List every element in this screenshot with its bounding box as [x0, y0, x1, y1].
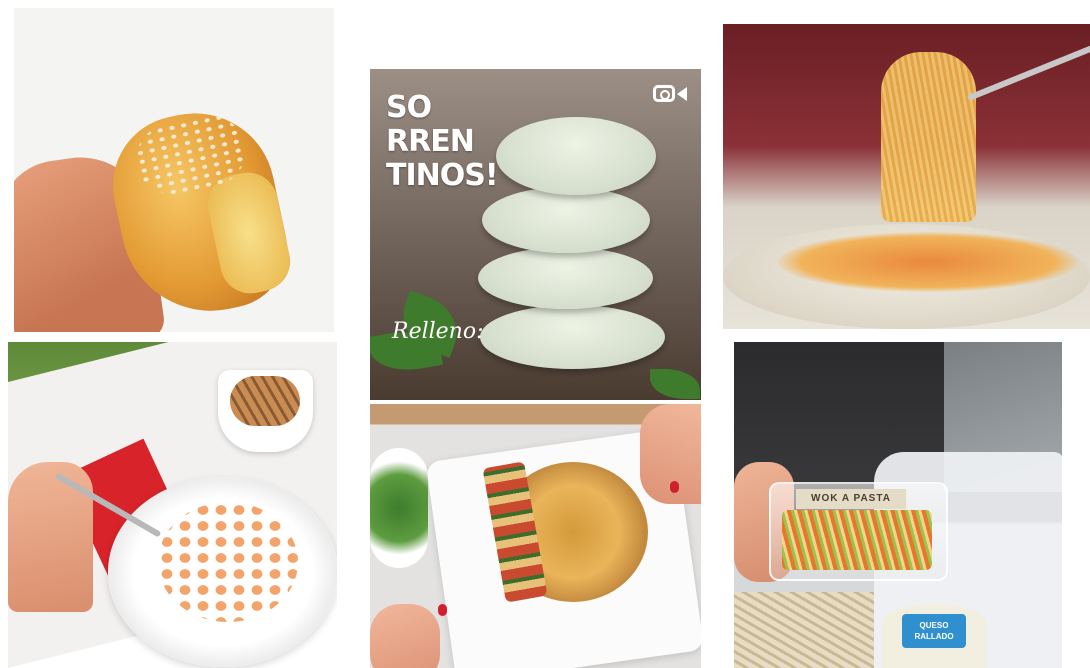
sorrentino-image [482, 187, 650, 253]
sorrentino-image [478, 247, 653, 309]
gnocchi-image [158, 502, 298, 622]
video-camera-icon [653, 85, 675, 102]
post-sorrentinos[interactable]: SO RREN TINOS! Relleno: [370, 69, 701, 400]
post-bread[interactable] [14, 8, 334, 332]
post-spaghetti[interactable] [723, 24, 1090, 329]
fork-image [966, 44, 1090, 102]
cheese-cup-label: QUESO RALLADO [902, 614, 966, 648]
post-script-text: Relleno: [392, 319, 484, 344]
post-packaged-pasta[interactable]: WOK A PASTA QUESO RALLADO [734, 342, 1062, 668]
toast-image [230, 376, 300, 426]
post-gnocchi[interactable] [8, 342, 337, 668]
spaghetti-image [881, 52, 976, 222]
sorrentino-image [480, 305, 665, 369]
nail-polish-image [438, 604, 447, 616]
box-contents-image [782, 510, 932, 570]
nail-polish-image [670, 481, 679, 493]
fresh-pasta-image [734, 592, 874, 668]
post-title: SO RREN TINOS! [386, 90, 499, 193]
box-label: WOK A PASTA [796, 489, 906, 509]
sauce-image [778, 232, 1078, 292]
post-quiche[interactable] [370, 404, 701, 668]
hand-image [370, 604, 440, 668]
video-camera-icon-lens [677, 87, 687, 101]
salad-image [370, 448, 428, 568]
hand-image [8, 462, 93, 612]
basil-leaf-image [650, 369, 700, 399]
